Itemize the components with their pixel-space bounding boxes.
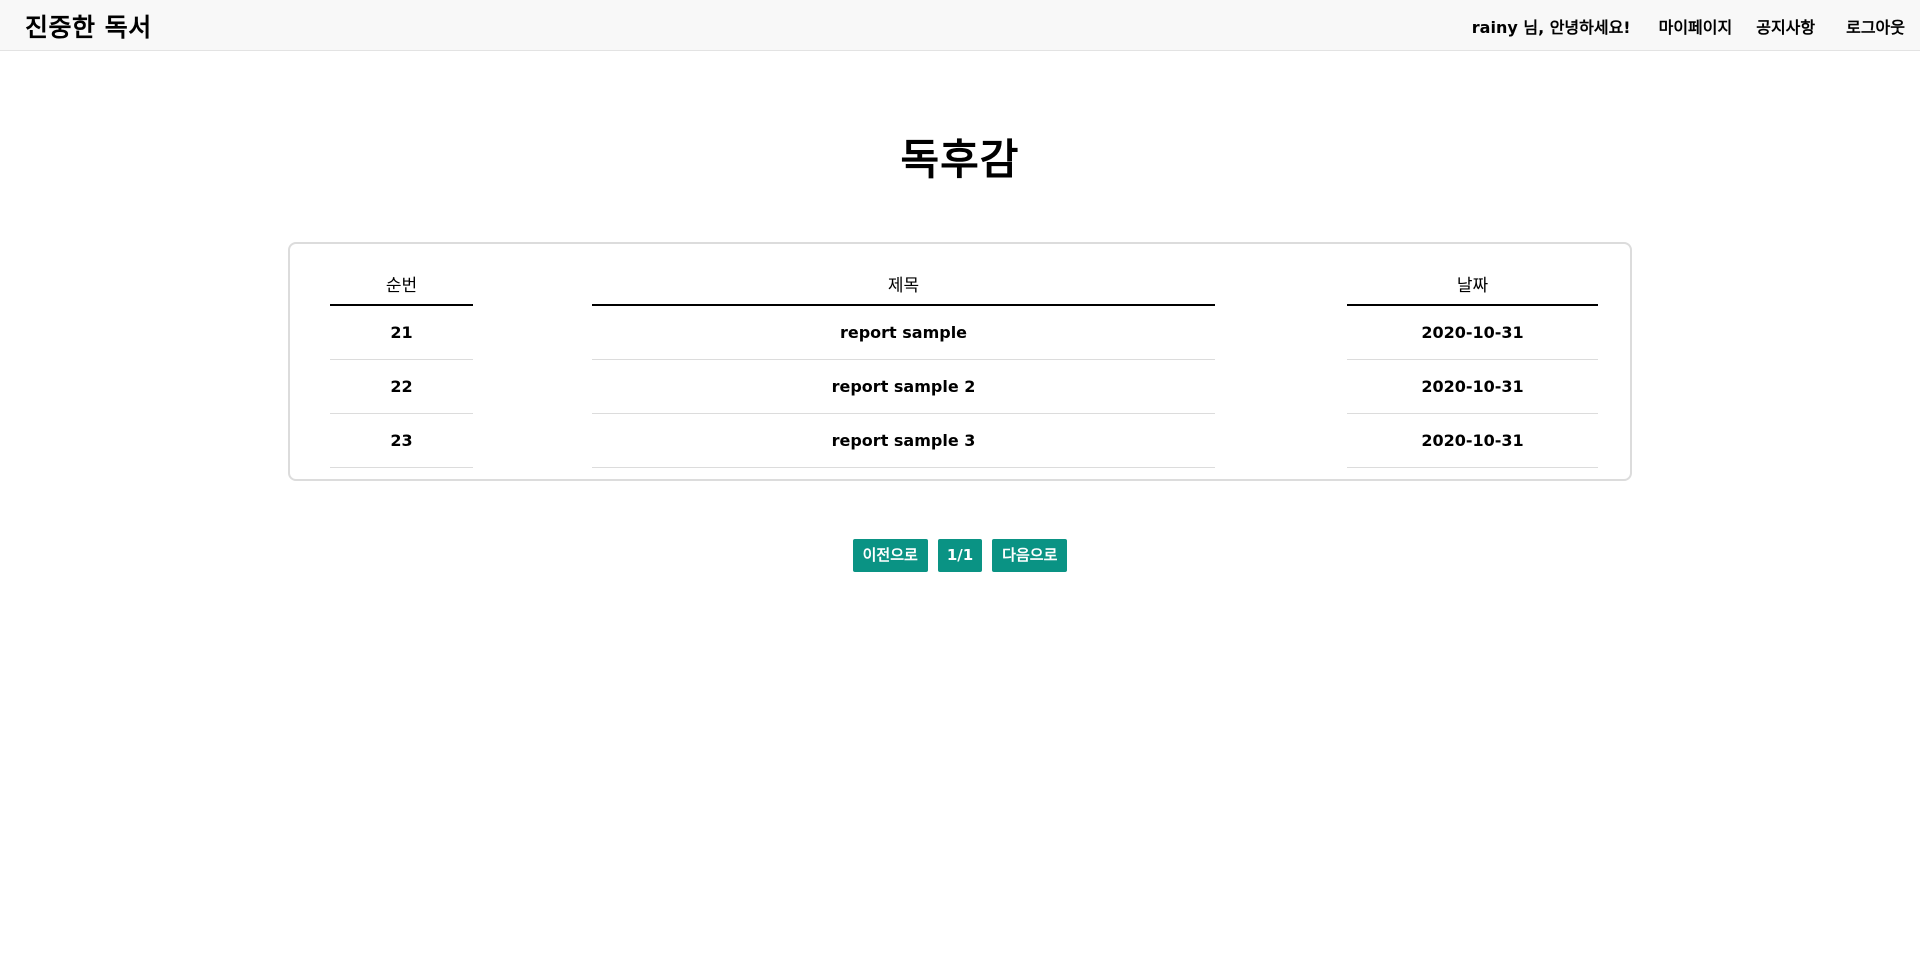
nav-links: rainy 님, 안녕하세요! 마이페이지 공지사항 로그아웃 xyxy=(1472,0,1905,51)
table-cell-title-link[interactable]: report sample xyxy=(592,306,1215,360)
report-table: 순번 21 22 23 제목 report sample report samp… xyxy=(288,242,1632,481)
brand-logo[interactable]: 진중한 독서 xyxy=(25,8,152,44)
prev-page-button[interactable]: 이전으로 xyxy=(852,539,928,572)
table-cell-date: 2020-10-31 xyxy=(1347,360,1598,414)
column-header-num: 순번 xyxy=(330,272,473,306)
table-cell-title-link[interactable]: report sample 3 xyxy=(592,414,1215,468)
column-num: 순번 21 22 23 xyxy=(330,272,473,468)
column-date: 날짜 2020-10-31 2020-10-31 2020-10-31 xyxy=(1347,272,1598,468)
pagination: 이전으로 1/1 다음으로 xyxy=(0,539,1920,572)
user-greeting: rainy 님, 안녕하세요! xyxy=(1471,17,1631,37)
nav-link-mypage[interactable]: 마이페이지 xyxy=(1659,14,1733,38)
page-title: 독후감 xyxy=(900,135,1020,184)
column-header-date: 날짜 xyxy=(1347,272,1598,306)
table-cell-num: 21 xyxy=(330,306,473,360)
top-navbar: 진중한 독서 rainy 님, 안녕하세요! 마이페이지 공지사항 로그아웃 xyxy=(0,0,1920,51)
table-cell-date: 2020-10-31 xyxy=(1347,306,1598,360)
nav-link-notice[interactable]: 공지사항 xyxy=(1756,14,1815,38)
table-cell-title-link[interactable]: report sample 2 xyxy=(592,360,1215,414)
table-cell-num: 22 xyxy=(330,360,473,414)
page-indicator: 1/1 xyxy=(937,539,983,572)
table-cell-num: 23 xyxy=(330,414,473,468)
next-page-button[interactable]: 다음으로 xyxy=(992,539,1068,572)
column-header-title: 제목 xyxy=(592,272,1215,306)
table-cell-date: 2020-10-31 xyxy=(1347,414,1598,468)
column-title: 제목 report sample report sample 2 report … xyxy=(592,272,1215,468)
nav-link-logout[interactable]: 로그아웃 xyxy=(1846,14,1905,38)
